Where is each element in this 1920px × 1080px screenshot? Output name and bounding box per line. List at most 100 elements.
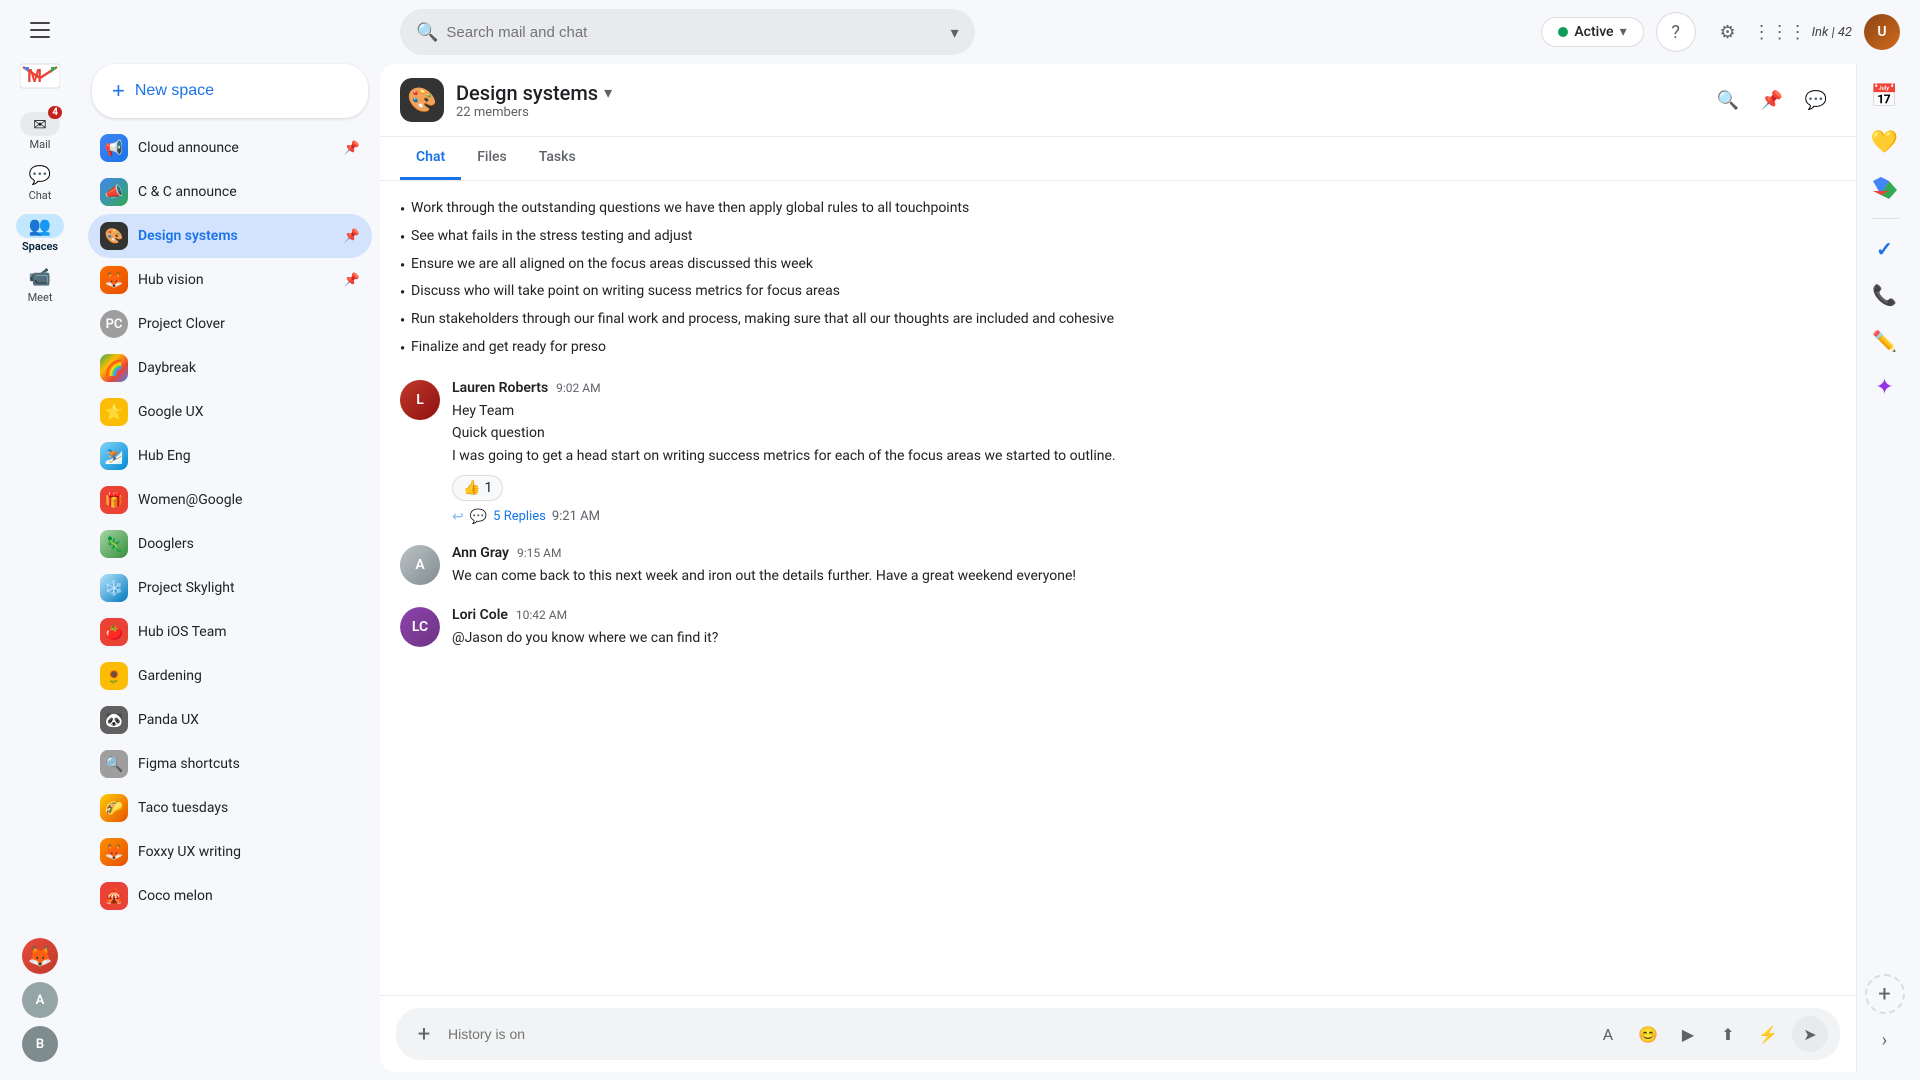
status-dropdown-icon: ▾: [1620, 24, 1627, 40]
tab-files[interactable]: Files: [461, 137, 523, 180]
search-dropdown-arrow[interactable]: ▾: [951, 23, 959, 42]
space-name: Project Skylight: [138, 580, 360, 596]
right-panel: 📅 💛 ✓ 📞 ✏️ ✦ + ›: [1856, 64, 1912, 1072]
space-name: Google UX: [138, 404, 360, 420]
new-space-button[interactable]: + New space: [92, 64, 368, 118]
help-button[interactable]: ?: [1656, 12, 1696, 52]
space-item-gardening[interactable]: 🌻 Gardening: [88, 654, 372, 698]
emoji-button[interactable]: 😊: [1632, 1018, 1664, 1050]
drive-side-icon[interactable]: [1865, 168, 1905, 208]
space-item-hub-eng[interactable]: ⛷️ Hub Eng: [88, 434, 372, 478]
tab-tasks[interactable]: Tasks: [523, 137, 592, 180]
chat-tabs: Chat Files Tasks: [380, 137, 1856, 181]
message-input[interactable]: [448, 1026, 1584, 1042]
space-name: Hub iOS Team: [138, 624, 360, 640]
divider-right: [1871, 218, 1899, 219]
sidebar-item-spaces[interactable]: 👥 Spaces: [5, 210, 75, 257]
space-header-dropdown[interactable]: ▾: [604, 83, 612, 102]
space-item-dooglers[interactable]: 🦎 Dooglers: [88, 522, 372, 566]
ai-star-icon[interactable]: ✦: [1865, 367, 1905, 407]
chat-main: 🎨 Design systems ▾ 22 members 🔍 📌 💬 Chat: [380, 64, 1912, 1072]
space-item-daybreak[interactable]: 🌈 Daybreak: [88, 346, 372, 390]
space-icon: ❄️: [100, 574, 128, 602]
space-item-taco-tuesdays[interactable]: 🌮 Taco tuesdays: [88, 786, 372, 830]
edit-side-icon[interactable]: ✏️: [1865, 321, 1905, 361]
space-icon: 🦊: [100, 838, 128, 866]
space-item-project-clover[interactable]: PC Project Clover: [88, 302, 372, 346]
tab-chat[interactable]: Chat: [400, 137, 461, 180]
status-button[interactable]: Active ▾: [1541, 17, 1643, 47]
search-chat-button[interactable]: 🔍: [1708, 80, 1748, 120]
sidebar-item-chat[interactable]: 💬 Chat: [5, 159, 75, 206]
upload-button[interactable]: ⬆: [1712, 1018, 1744, 1050]
reply-thread-icon: ↩: [452, 509, 464, 525]
chat-content: 🎨 Design systems ▾ 22 members 🔍 📌 💬 Chat: [380, 64, 1856, 1072]
avatar-lori: LC: [400, 607, 440, 647]
search-input[interactable]: [446, 24, 942, 41]
keep-side-icon[interactable]: 💛: [1865, 122, 1905, 162]
space-item-panda-ux[interactable]: 🐼 Panda UX: [88, 698, 372, 742]
space-icon: 🐼: [100, 706, 128, 734]
spaces-label: Spaces: [22, 240, 58, 253]
space-item-cc-announce[interactable]: 📣 C & C announce: [88, 170, 372, 214]
space-icon: 🔍: [100, 750, 128, 778]
space-icon: 🎨: [100, 222, 128, 250]
new-space-label: New space: [135, 82, 214, 100]
bottom-avatar-1[interactable]: 🦊: [22, 938, 58, 974]
pin-icon: 📌: [344, 273, 360, 288]
space-item-project-skylight[interactable]: ❄️ Project Skylight: [88, 566, 372, 610]
video-button[interactable]: ▶: [1672, 1018, 1704, 1050]
space-item-hub-ios[interactable]: 🍅 Hub iOS Team: [88, 610, 372, 654]
replies-count: 5 Replies: [493, 509, 546, 524]
space-item-women-google[interactable]: 🎁 Women@Google: [88, 478, 372, 522]
space-icon: 🌮: [100, 794, 128, 822]
meet-label: Meet: [28, 291, 53, 304]
send-button[interactable]: ➤: [1792, 1016, 1828, 1052]
space-list: 📢 Cloud announce 📌 📣 C & C announce 🎨 De…: [80, 126, 380, 918]
chat-header-actions: 🔍 📌 💬: [1708, 80, 1836, 120]
search-bar[interactable]: 🔍 ▾: [400, 9, 975, 55]
thumbs-up-emoji: 👍: [463, 480, 480, 496]
calendar-side-icon[interactable]: 📅: [1865, 76, 1905, 116]
user-avatar[interactable]: U: [1864, 14, 1900, 50]
expand-panel-button[interactable]: ›: [1865, 1020, 1905, 1060]
pin-chat-button[interactable]: 📌: [1752, 80, 1792, 120]
text-format-button[interactable]: A: [1592, 1018, 1624, 1050]
space-header-icon: 🎨: [400, 78, 444, 122]
space-item-coco-melon[interactable]: 🎪 Coco melon: [88, 874, 372, 918]
space-item-figma-shortcuts[interactable]: 🔍 Figma shortcuts: [88, 742, 372, 786]
bottom-avatar-2[interactable]: A: [22, 982, 58, 1018]
replies-row[interactable]: ↩ 💬 5 Replies 9:21 AM: [452, 509, 1836, 525]
space-item-hub-vision[interactable]: 🦊 Hub vision 📌: [88, 258, 372, 302]
apps-button[interactable]: ⋮⋮⋮: [1760, 12, 1800, 52]
message-author: Lauren Roberts: [452, 380, 548, 396]
space-item-design-systems[interactable]: 🎨 Design systems 📌: [88, 214, 372, 258]
hamburger-button[interactable]: [20, 10, 60, 50]
message-author: Ann Gray: [452, 545, 509, 561]
space-icon-avatar: PC: [100, 310, 128, 338]
gmail-logo: M: [20, 60, 60, 90]
reaction-thumbs-up[interactable]: 👍 1: [452, 475, 503, 501]
phone-side-icon[interactable]: 📞: [1865, 275, 1905, 315]
space-icon: 🎪: [100, 882, 128, 910]
space-item-google-ux[interactable]: ⭐ Google UX: [88, 390, 372, 434]
add-app-button[interactable]: +: [1865, 974, 1905, 1014]
add-attachment-button[interactable]: +: [408, 1018, 440, 1050]
search-icon: 🔍: [416, 22, 438, 43]
space-item-cloud-announce[interactable]: 📢 Cloud announce 📌: [88, 126, 372, 170]
tasks-side-icon[interactable]: ✓: [1865, 229, 1905, 269]
sidebar: + New space 📢 Cloud announce 📌 📣 C & C a…: [80, 0, 380, 1080]
bottom-avatar-3[interactable]: B: [22, 1026, 58, 1062]
settings-button[interactable]: ⚙: [1708, 12, 1748, 52]
message-content-ann: Ann Gray 9:15 AM We can come back to thi…: [452, 545, 1836, 587]
sidebar-item-mail[interactable]: ✉ 4 Mail: [5, 108, 75, 155]
space-icon: 📢: [100, 134, 128, 162]
apps-button-input[interactable]: ⚡: [1752, 1018, 1784, 1050]
thread-view-button[interactable]: 💬: [1796, 80, 1836, 120]
space-item-foxxy-ux[interactable]: 🦊 Foxxy UX writing: [88, 830, 372, 874]
sidebar-item-meet[interactable]: 📹 Meet: [5, 261, 75, 308]
space-name: Hub vision: [138, 272, 334, 288]
mail-icon: ✉: [33, 115, 46, 134]
message-lauren: L Lauren Roberts 9:02 AM Hey Team Quick …: [400, 380, 1836, 525]
space-name: Daybreak: [138, 360, 360, 376]
